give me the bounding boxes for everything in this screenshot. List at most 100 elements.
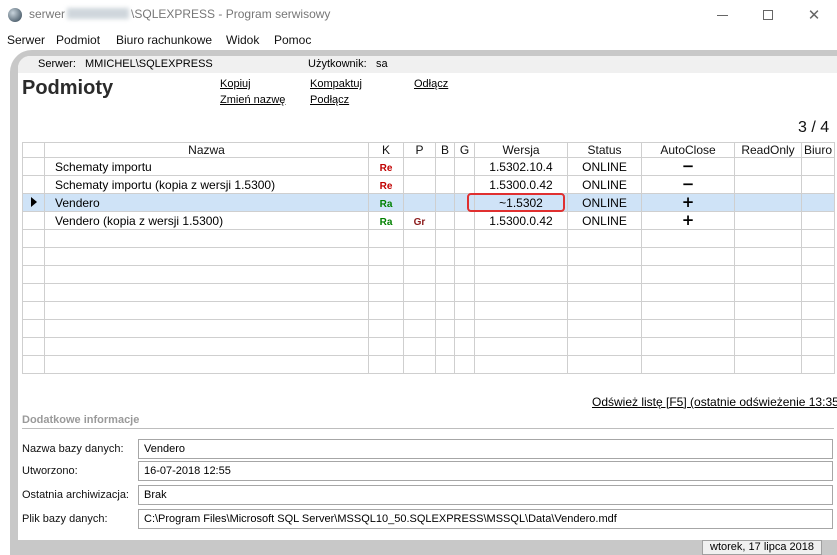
cell-p bbox=[403, 175, 436, 194]
cell-b bbox=[435, 211, 455, 230]
cell-biuro bbox=[801, 157, 835, 176]
cell-k: Ra bbox=[368, 193, 404, 212]
rename-link[interactable]: Zmień nazwę bbox=[220, 94, 285, 106]
header-nazwa[interactable]: Nazwa bbox=[44, 142, 369, 158]
header-k[interactable]: K bbox=[368, 142, 404, 158]
version-cell-highlight bbox=[467, 193, 565, 212]
file-label: Plik bazy danych: bbox=[22, 513, 108, 525]
archive-field[interactable]: Brak bbox=[138, 485, 833, 505]
cell-status: ONLINE bbox=[567, 175, 642, 194]
header-wersja[interactable]: Wersja bbox=[474, 142, 568, 158]
current-row-arrow-icon bbox=[30, 196, 37, 207]
page-counter: 3 / 4 bbox=[798, 119, 830, 136]
close-button[interactable]: ✕ bbox=[791, 0, 837, 30]
app-globe-icon bbox=[8, 8, 22, 22]
cell-name: Vendero bbox=[44, 193, 369, 212]
cell-autoclose: − bbox=[641, 175, 735, 194]
tag-k: Ra bbox=[379, 216, 393, 228]
details-divider bbox=[22, 428, 834, 429]
tag-k: Re bbox=[379, 162, 393, 174]
cell-autoclose: + bbox=[641, 193, 735, 212]
menu-serwer[interactable]: Serwer bbox=[7, 33, 45, 47]
empty-row bbox=[22, 229, 835, 248]
cell-readonly bbox=[734, 157, 802, 176]
title-suffix: \SQLEXPRESS - Program serwisowy bbox=[131, 7, 331, 21]
user-value: sa bbox=[376, 58, 388, 70]
title-bar: serwer \SQLEXPRESS - Program serwisowy ✕ bbox=[0, 0, 837, 30]
cell-status: ONLINE bbox=[567, 193, 642, 212]
tag-k: Re bbox=[379, 180, 393, 192]
cell-name: Vendero (kopia z wersji 1.5300) bbox=[44, 211, 369, 230]
row-indicator bbox=[22, 175, 45, 194]
cell-version: 1.5300.0.42 bbox=[474, 211, 568, 230]
cell-biuro bbox=[801, 193, 835, 212]
cell-biuro bbox=[801, 175, 835, 194]
row-indicator bbox=[22, 193, 45, 212]
cell-name: Schematy importu bbox=[44, 157, 369, 176]
table-row-selected[interactable]: Vendero Ra ~1.5302 ONLINE + bbox=[22, 193, 835, 212]
menu-widok[interactable]: Widok bbox=[226, 33, 259, 47]
status-date: wtorek, 17 lipca 2018 bbox=[702, 540, 822, 555]
cell-name: Schematy importu (kopia z wersji 1.5300) bbox=[44, 175, 369, 194]
cell-biuro bbox=[801, 211, 835, 230]
cell-b bbox=[435, 175, 455, 194]
db-name-field[interactable]: Vendero bbox=[138, 439, 833, 459]
page-title: Podmioty bbox=[22, 77, 114, 99]
file-path-field[interactable]: C:\Program Files\Microsoft SQL Server\MS… bbox=[138, 509, 833, 529]
minimize-button[interactable] bbox=[699, 0, 745, 30]
detach-link[interactable]: Odłącz bbox=[414, 78, 448, 90]
redacted-server-name bbox=[67, 8, 130, 19]
cell-readonly bbox=[734, 175, 802, 194]
table-row[interactable]: Schematy importu Re 1.5302.10.4 ONLINE − bbox=[22, 157, 835, 176]
cell-readonly bbox=[734, 211, 802, 230]
refresh-list-link[interactable]: Odśwież listę [F5] (ostatnie odświeżenie… bbox=[592, 395, 837, 409]
copy-link[interactable]: Kopiuj bbox=[220, 78, 251, 90]
cell-k: Re bbox=[368, 175, 404, 194]
server-value: MMICHEL\SQLEXPRESS bbox=[85, 58, 213, 70]
header-g[interactable]: G bbox=[454, 142, 475, 158]
menu-biuro-rachunkowe[interactable]: Biuro rachunkowe bbox=[116, 33, 212, 47]
empty-row bbox=[22, 337, 835, 356]
header-autoclose[interactable]: AutoClose bbox=[641, 142, 735, 158]
menu-pomoc[interactable]: Pomoc bbox=[274, 33, 311, 47]
created-label: Utworzono: bbox=[22, 465, 78, 477]
cell-g bbox=[454, 211, 475, 230]
attach-link[interactable]: Podłącz bbox=[310, 94, 349, 106]
cell-k: Ra bbox=[368, 211, 404, 230]
header-indicator bbox=[22, 142, 45, 158]
header-b[interactable]: B bbox=[435, 142, 455, 158]
cell-p bbox=[403, 193, 436, 212]
row-indicator bbox=[22, 211, 45, 230]
title-prefix: serwer bbox=[29, 7, 66, 21]
created-field[interactable]: 16-07-2018 12:55 bbox=[138, 461, 833, 481]
cell-p: Gr bbox=[403, 211, 436, 230]
compact-link[interactable]: Kompaktuj bbox=[310, 78, 362, 90]
cell-status: ONLINE bbox=[567, 157, 642, 176]
cell-p bbox=[403, 157, 436, 176]
window-title: serwer \SQLEXPRESS - Program serwisowy bbox=[29, 7, 330, 21]
table-row[interactable]: Vendero (kopia z wersji 1.5300) Ra Gr 1.… bbox=[22, 211, 835, 230]
header-status[interactable]: Status bbox=[567, 142, 642, 158]
maximize-button[interactable] bbox=[745, 0, 791, 30]
details-section-title: Dodatkowe informacje bbox=[22, 414, 140, 426]
server-label: Serwer: bbox=[38, 58, 76, 70]
tag-k: Ra bbox=[379, 198, 393, 210]
empty-row bbox=[22, 301, 835, 320]
db-name-label: Nazwa bazy danych: bbox=[22, 443, 124, 455]
close-icon: ✕ bbox=[807, 6, 821, 24]
header-p[interactable]: P bbox=[403, 142, 436, 158]
minimize-icon bbox=[716, 14, 728, 16]
row-indicator bbox=[22, 157, 45, 176]
cell-autoclose: − bbox=[641, 157, 735, 176]
menu-bar: Serwer Podmiot Biuro rachunkowe Widok Po… bbox=[0, 30, 837, 50]
table-row[interactable]: Schematy importu (kopia z wersji 1.5300)… bbox=[22, 175, 835, 194]
user-label: Użytkownik: bbox=[308, 58, 367, 70]
cell-g bbox=[454, 157, 475, 176]
cell-g bbox=[454, 175, 475, 194]
menu-podmiot[interactable]: Podmiot bbox=[56, 33, 100, 47]
cell-readonly bbox=[734, 193, 802, 212]
minus-icon: − bbox=[681, 157, 695, 175]
header-readonly[interactable]: ReadOnly bbox=[734, 142, 802, 158]
cell-k: Re bbox=[368, 157, 404, 176]
header-biuro[interactable]: Biuro bbox=[801, 142, 835, 158]
